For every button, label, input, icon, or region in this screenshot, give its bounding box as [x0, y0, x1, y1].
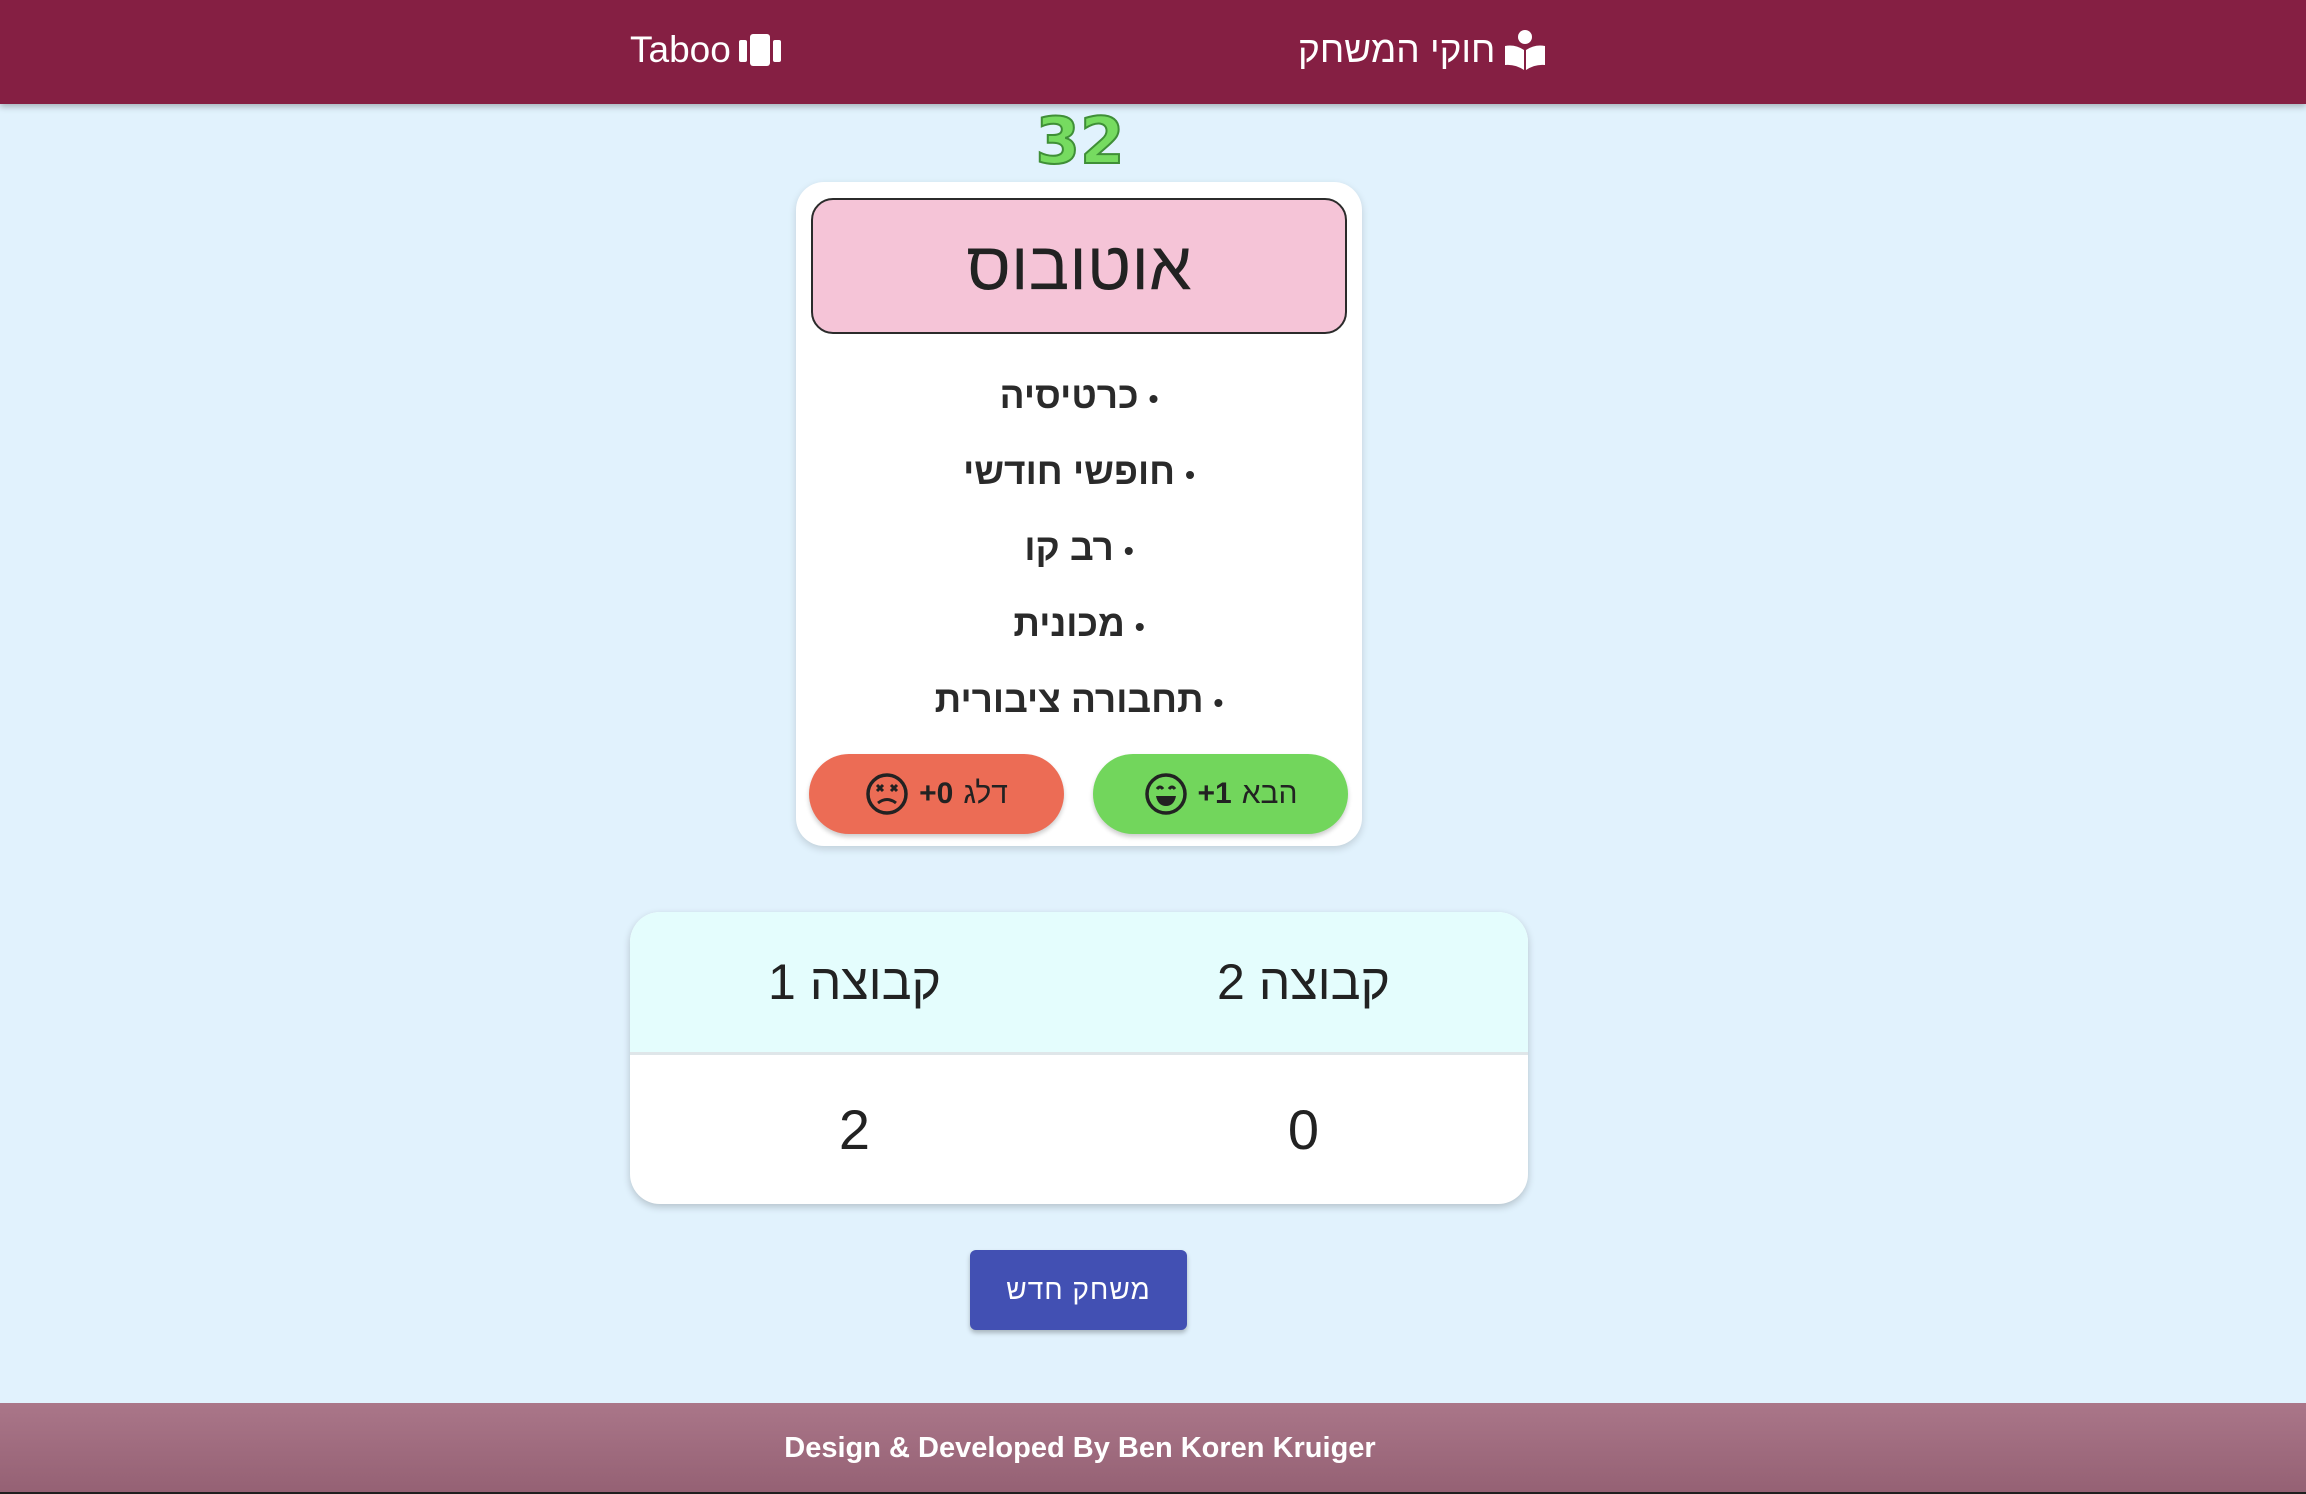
new-game-button[interactable]: משחק חדש: [970, 1250, 1187, 1330]
taboo-word: •תחבורה ציבורית: [934, 679, 1224, 720]
team-1-header: קבוצה 1: [767, 954, 942, 1010]
nav-brand-link[interactable]: Taboo: [630, 22, 783, 78]
score-table: קבוצה 1 קבוצה 2 2 0: [630, 912, 1528, 1204]
taboo-card: אוטובוס •כרטיסיה •חופשי חודשי •רב קו •מכ…: [796, 182, 1362, 846]
taboo-word: •כרטיסיה: [999, 375, 1159, 416]
nav-rules-label: חוקי המשחק: [1298, 29, 1496, 70]
happy-face-icon: [1144, 772, 1188, 816]
countdown-timer: 32: [1034, 105, 1125, 179]
skip-button-label: דלג: [963, 777, 1008, 810]
footer: Design & Developed By Ben Koren Kruiger: [0, 1403, 2306, 1494]
target-word: אוטובוס: [811, 198, 1347, 334]
nav-brand-label: Taboo: [630, 29, 731, 70]
skip-button[interactable]: דלג +0: [809, 754, 1064, 834]
taboo-word: •חופשי חודשי: [963, 451, 1195, 492]
nav-rules-link[interactable]: חוקי המשחק: [1298, 22, 1547, 78]
team-2-score: 0: [1287, 1098, 1320, 1161]
next-button-label: הבא: [1241, 777, 1298, 810]
next-button-points: +1: [1197, 777, 1232, 810]
dizzy-face-icon: [865, 772, 909, 816]
taboo-word-list: •כרטיסיה •חופשי חודשי •רב קו •מכונית •תח…: [796, 358, 1362, 738]
book-reader-icon: [1503, 28, 1547, 72]
taboo-word: •רב קו: [1024, 527, 1134, 568]
next-button[interactable]: הבא +1: [1093, 754, 1348, 834]
team-1-score: 2: [838, 1098, 871, 1161]
taboo-word: •מכונית: [1013, 603, 1145, 644]
skip-button-points: +0: [919, 777, 954, 810]
top-navbar: Taboo חוקי המשחק: [0, 0, 2306, 104]
footer-credit: Design & Developed By Ben Koren Kruiger: [784, 1432, 1376, 1464]
team-2-header: קבוצה 2: [1216, 954, 1391, 1010]
cards-icon: [737, 32, 783, 68]
